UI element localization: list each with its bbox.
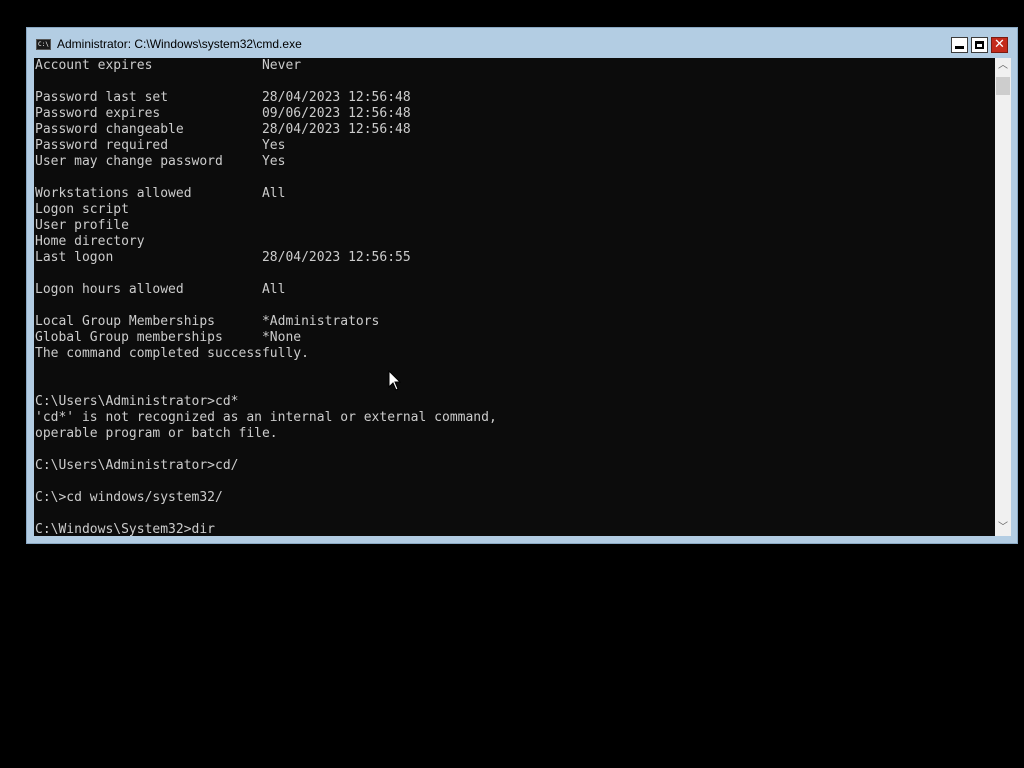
console-line: Password required Yes — [35, 138, 286, 153]
console-line: Account expires Never — [35, 58, 302, 73]
chevron-up-icon: ︿ — [998, 60, 1008, 71]
window-title: Administrator: C:\Windows\system32\cmd.e… — [57, 37, 302, 51]
console-line: Home directory — [35, 234, 145, 249]
desktop: C:\ Administrator: C:\Windows\system32\c… — [0, 0, 1024, 768]
console-line: Password expires 09/06/2023 12:56:48 — [35, 106, 411, 121]
console-area[interactable]: Account expires Never Password last set … — [34, 58, 995, 536]
close-button[interactable]: ✕ — [991, 37, 1008, 53]
mouse-pointer-icon — [388, 370, 402, 391]
console-line: C:\Windows\System32>dir — [35, 522, 216, 536]
console-line: operable program or batch file. — [35, 426, 278, 441]
maximize-button[interactable] — [971, 37, 988, 53]
scrollbar-thumb[interactable] — [996, 77, 1010, 95]
maximize-icon — [975, 41, 984, 49]
console-line: Logon hours allowed All — [35, 282, 286, 297]
scroll-down-button[interactable]: ﹀ — [995, 520, 1011, 536]
console-line: Logon script — [35, 202, 129, 217]
minimize-icon — [955, 46, 964, 49]
close-icon: ✕ — [994, 37, 1005, 52]
minimize-button[interactable] — [951, 37, 968, 53]
vertical-scrollbar[interactable]: ︿ ﹀ — [995, 58, 1011, 536]
console-line: User profile — [35, 218, 129, 233]
console-line: C:\Users\Administrator>cd* — [35, 394, 239, 409]
console-line: Global Group memberships *None — [35, 330, 302, 345]
console-line: The command completed successfully. — [35, 346, 309, 361]
console-line: Workstations allowed All — [35, 186, 286, 201]
console-line: C:\>cd windows/system32/ — [35, 490, 223, 505]
console-line: 'cd*' is not recognized as an internal o… — [35, 410, 497, 425]
cmd-window[interactable]: C:\ Administrator: C:\Windows\system32\c… — [26, 27, 1018, 544]
cmd-icon-label: C:\ — [38, 41, 49, 48]
console-line: Local Group Memberships *Administrators — [35, 314, 380, 329]
console-line: Last logon 28/04/2023 12:56:55 — [35, 250, 411, 265]
console-line: User may change password Yes — [35, 154, 286, 169]
title-bar[interactable]: C:\ Administrator: C:\Windows\system32\c… — [27, 28, 1017, 58]
chevron-down-icon: ﹀ — [998, 522, 1008, 533]
console-line: Password changeable 28/04/2023 12:56:48 — [35, 122, 411, 137]
cmd-icon[interactable]: C:\ — [36, 39, 51, 50]
console-line: C:\Users\Administrator>cd/ — [35, 458, 239, 473]
console-output[interactable]: Account expires Never Password last set … — [34, 58, 995, 536]
console-line: Password last set 28/04/2023 12:56:48 — [35, 90, 411, 105]
scroll-up-button[interactable]: ︿ — [995, 58, 1011, 74]
